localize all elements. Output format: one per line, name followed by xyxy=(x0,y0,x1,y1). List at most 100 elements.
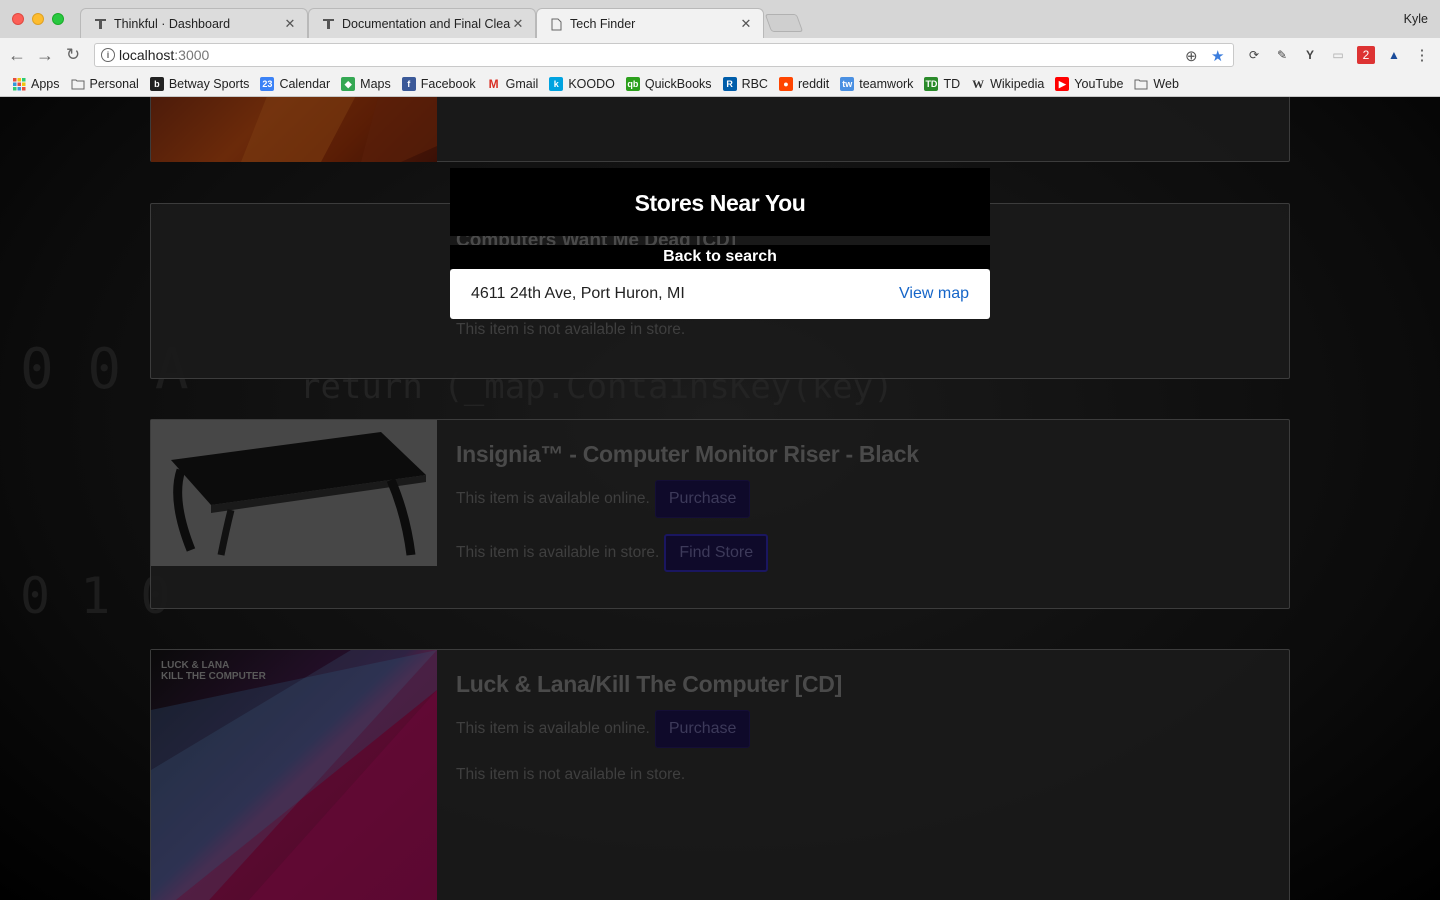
background-code-art: 0 1 0 xyxy=(20,567,171,625)
address-bar[interactable]: i localhost:3000 ⊕ ★ xyxy=(94,43,1234,67)
bookmark-label: Apps xyxy=(31,77,60,91)
view-map-link[interactable]: View map xyxy=(899,285,969,303)
bookmark-label: Wikipedia xyxy=(990,77,1045,91)
td-icon: TD xyxy=(924,77,939,91)
gmail-icon: M xyxy=(488,77,499,91)
bookmark-quickbooks[interactable]: qb QuickBooks xyxy=(625,77,712,91)
bookmark-betway-sports[interactable]: b Betway Sports xyxy=(149,77,250,91)
bookmark-koodo[interactable]: k KOODO xyxy=(549,77,615,91)
forward-arrow-icon[interactable]: → xyxy=(34,44,56,66)
facebook-icon: f xyxy=(401,77,416,91)
album-cover-text: LUCK & LANA xyxy=(161,660,230,671)
location-target-icon[interactable]: ⊕ xyxy=(1185,47,1198,65)
modal-title: Stores Near You xyxy=(450,168,990,236)
bookmark-label: Facebook xyxy=(420,77,476,91)
calendar-extension-icon[interactable]: 2 xyxy=(1357,46,1375,64)
online-availability-row: This item is available online. Purchase xyxy=(456,710,751,748)
bookmark-teamwork[interactable]: tw teamwork xyxy=(840,77,913,91)
minimize-window-button[interactable] xyxy=(32,13,44,25)
page-icon xyxy=(549,17,563,31)
back-to-search-button[interactable]: Back to search xyxy=(450,245,990,269)
tab-tech-finder[interactable]: Tech Finder ✕ xyxy=(536,8,764,39)
bookmark-gmail[interactable]: M Gmail xyxy=(487,77,539,91)
product-card: LUCK & LANA KILL THE COMPUTER Luck & Lan… xyxy=(150,649,1290,900)
tab-thinkful-dashboard[interactable]: Thinkful · Dashboard ✕ xyxy=(80,8,308,38)
bookmark-youtube[interactable]: ▶ YouTube xyxy=(1055,77,1123,91)
close-tab-icon[interactable]: ✕ xyxy=(739,16,753,32)
address-host: localhost xyxy=(119,47,175,63)
back-arrow-icon[interactable]: ← xyxy=(6,44,28,66)
koodo-icon: k xyxy=(549,77,564,91)
album-cover-image: LUCK & LANA KILL THE COMPUTER xyxy=(151,650,437,900)
calendar-icon: 23 xyxy=(260,77,275,91)
product-title: Luck & Lana/Kill The Computer [CD] xyxy=(456,671,842,697)
close-window-button[interactable] xyxy=(12,13,24,25)
bookmark-apps[interactable]: Apps xyxy=(12,77,60,91)
store-address: 4611 24th Ave, Port Huron, MI xyxy=(471,285,685,302)
in-store-availability: This item is not available in store. xyxy=(456,766,686,783)
bookmark-web[interactable]: Web xyxy=(1134,77,1179,91)
thinkful-icon xyxy=(93,17,107,31)
new-tab-button[interactable] xyxy=(764,14,804,32)
bookmark-wikipedia[interactable]: W Wikipedia xyxy=(971,76,1045,92)
bookmark-rbc[interactable]: R RBC xyxy=(722,77,768,91)
bookmark-facebook[interactable]: f Facebook xyxy=(401,77,476,91)
store-availability-text: This item is available in store. xyxy=(456,544,660,561)
bookmarks-bar: Apps Personal b Betway Sports 23 Calendar ◆ Map… xyxy=(0,72,1440,97)
bookmark-star-icon[interactable]: ★ xyxy=(1211,47,1224,65)
browser-chrome: Thinkful · Dashboard ✕ Documentation and… xyxy=(0,0,1440,97)
drive-extension-icon[interactable]: ▲ xyxy=(1385,46,1403,64)
apps-grid-icon xyxy=(12,77,26,91)
bookmark-label: Personal xyxy=(89,77,139,91)
evernote-extension-icon[interactable]: ✎ xyxy=(1273,46,1291,64)
bookmark-label: RBC xyxy=(741,77,768,91)
betway-icon: b xyxy=(149,77,164,91)
address-port: :3000 xyxy=(174,47,210,63)
tab-title: Tech Finder xyxy=(570,17,636,31)
product-title: Insignia™ - Computer Monitor Riser - Bla… xyxy=(456,441,919,467)
rbc-icon: R xyxy=(722,77,737,91)
product-card xyxy=(150,97,1290,162)
modal-strip: Computers Want Me Dead [CD] Back to sear… xyxy=(450,236,990,269)
bookmark-label: Maps xyxy=(360,77,391,91)
close-tab-icon[interactable]: ✕ xyxy=(511,16,525,32)
purchase-button[interactable]: Purchase xyxy=(654,710,751,748)
profile-name[interactable]: Kyle xyxy=(1404,12,1428,26)
find-store-button[interactable]: Find Store xyxy=(664,534,769,572)
bookmark-label: Calendar xyxy=(279,77,331,91)
bookmark-reddit[interactable]: ● reddit xyxy=(778,77,830,91)
tab-documentation[interactable]: Documentation and Final Clean ✕ xyxy=(308,8,536,38)
y-extension-icon[interactable]: Y xyxy=(1301,46,1319,64)
bookmark-label: Betway Sports xyxy=(168,77,250,91)
bookmark-maps[interactable]: ◆ Maps xyxy=(341,77,391,91)
page-content: 0 0 A return (_map.ContainsKey(key) 0 1 … xyxy=(0,97,1440,900)
folder-icon xyxy=(1134,77,1148,91)
bookmark-calendar[interactable]: 23 Calendar xyxy=(260,77,330,91)
thinkful-icon xyxy=(321,17,335,31)
bookmark-label: teamwork xyxy=(859,77,914,91)
reload-icon[interactable]: ↻ xyxy=(62,44,84,66)
purchase-button[interactable]: Purchase xyxy=(654,480,751,518)
close-tab-icon[interactable]: ✕ xyxy=(283,16,297,32)
info-icon[interactable]: i xyxy=(101,48,115,62)
menu-dots-icon[interactable]: ⋮ xyxy=(1413,46,1431,64)
bookmark-label: reddit xyxy=(797,77,830,91)
in-store-availability: This item is not available in store. xyxy=(456,321,686,338)
bookmark-personal[interactable]: Personal xyxy=(71,77,139,91)
bookmark-td[interactable]: TD TD xyxy=(924,77,960,91)
tab-title: Thinkful · Dashboard xyxy=(114,16,231,31)
album-cover-text: KILL THE COMPUTER xyxy=(161,671,266,682)
online-availability-text: This item is available online. xyxy=(456,720,650,737)
css-extension-icon[interactable]: ▭ xyxy=(1329,46,1347,64)
product-card: Insignia™ - Computer Monitor Riser - Bla… xyxy=(150,419,1290,609)
maximize-window-button[interactable] xyxy=(52,13,64,25)
quickbooks-icon: qb xyxy=(625,77,640,91)
product-image xyxy=(151,97,437,162)
wikipedia-icon: W xyxy=(972,76,985,91)
folder-icon xyxy=(71,77,85,91)
bookmark-label: TD xyxy=(943,77,961,91)
sync-extension-icon[interactable]: ⟳ xyxy=(1245,46,1263,64)
bookmark-label: Gmail xyxy=(505,77,539,91)
reddit-icon: ● xyxy=(778,77,793,91)
bookmark-label: YouTube xyxy=(1074,77,1124,91)
